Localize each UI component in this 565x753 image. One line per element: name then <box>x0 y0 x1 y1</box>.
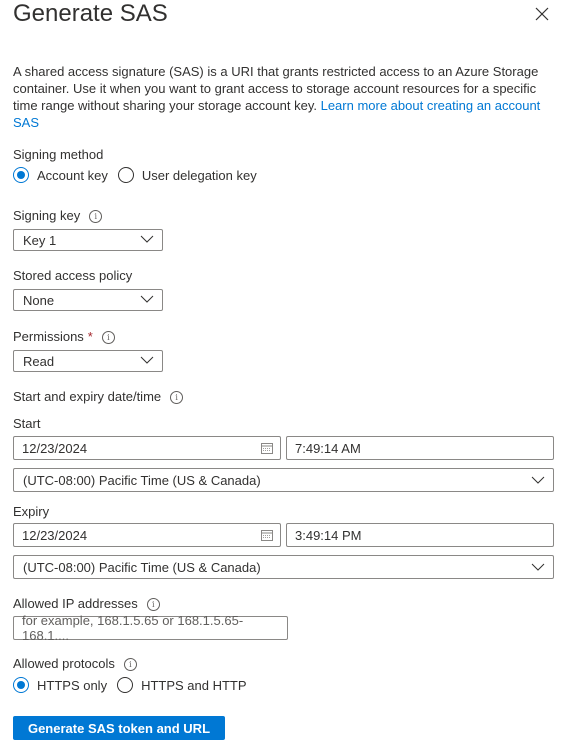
start-label: Start <box>13 416 40 432</box>
chevron-down-icon <box>140 356 154 364</box>
start-date-input[interactable]: 12/23/2024 <box>13 436 281 460</box>
allowed-ip-input[interactable]: for example, 168.1.5.65 or 168.1.5.65-16… <box>13 613 288 643</box>
allowed-ip-label: Allowed IP addresses i <box>13 596 160 612</box>
chevron-down-icon <box>140 295 154 303</box>
radio-user-delegation-key[interactable] <box>117 167 134 183</box>
date-range-label-text: Start and expiry date/time <box>13 389 162 404</box>
chevron-down-icon <box>140 235 154 243</box>
start-timezone-dropdown[interactable]: (UTC-08:00) Pacific Time (US & Canada) <box>13 468 554 492</box>
info-icon[interactable]: i <box>170 390 184 404</box>
info-icon[interactable]: i <box>123 657 137 671</box>
generate-sas-button[interactable]: Generate SAS token and URL <box>13 716 225 740</box>
radio-https-and-http[interactable] <box>117 677 134 693</box>
expiry-timezone-dropdown[interactable]: (UTC-08:00) Pacific Time (US & Canada) <box>13 555 554 579</box>
info-icon[interactable]: i <box>101 330 115 344</box>
expiry-timezone-value: (UTC-08:00) Pacific Time (US & Canada) <box>23 559 261 575</box>
stored-access-policy-value: None <box>23 292 55 308</box>
signing-key-label: Signing key i <box>13 208 103 224</box>
permissions-label-text: Permissions <box>13 329 84 344</box>
expiry-label: Expiry <box>13 504 49 520</box>
allowed-protocols-label-text: Allowed protocols <box>13 656 115 671</box>
calendar-icon[interactable] <box>261 442 273 454</box>
stored-access-policy-label: Stored access policy <box>13 268 132 284</box>
stored-access-policy-label-text: Stored access policy <box>13 268 133 283</box>
start-date-value: 12/23/2024 <box>22 440 88 456</box>
permissions-dropdown[interactable]: Read <box>13 350 163 372</box>
expiry-date-value: 12/23/2024 <box>22 527 88 543</box>
signing-method-radio-group: Account key User delegation key <box>13 167 267 183</box>
radio-https-only[interactable] <box>13 677 29 693</box>
signing-key-dropdown[interactable]: Key 1 <box>13 229 163 251</box>
start-label-text: Start <box>13 416 41 431</box>
date-range-label: Start and expiry date/time i <box>13 389 184 405</box>
permissions-label: Permissions * i <box>13 329 115 345</box>
required-marker: * <box>87 329 93 344</box>
page-title: Generate SAS <box>13 0 168 27</box>
allowed-ip-label-text: Allowed IP addresses <box>13 596 138 611</box>
stored-access-policy-dropdown[interactable]: None <box>13 289 163 311</box>
radio-user-delegation-key-label[interactable]: User delegation key <box>142 168 257 183</box>
chevron-down-icon <box>531 563 545 571</box>
info-icon[interactable]: i <box>89 209 103 223</box>
radio-account-key-label[interactable]: Account key <box>37 168 108 183</box>
start-time-input[interactable]: 7:49:14 AM <box>286 436 554 460</box>
expiry-time-input[interactable]: 3:49:14 PM <box>286 523 554 547</box>
signing-method-label-text: Signing method <box>13 147 104 162</box>
description: A shared access signature (SAS) is a URI… <box>13 63 553 131</box>
signing-method-label: Signing method <box>13 147 103 163</box>
permissions-value: Read <box>23 353 55 369</box>
close-icon[interactable] <box>533 5 551 23</box>
start-timezone-value: (UTC-08:00) Pacific Time (US & Canada) <box>23 472 261 488</box>
expiry-label-text: Expiry <box>13 504 50 519</box>
expiry-time-value: 3:49:14 PM <box>295 527 362 543</box>
radio-https-only-label[interactable]: HTTPS only <box>37 678 107 693</box>
allowed-ip-placeholder: for example, 168.1.5.65 or 168.1.5.65-16… <box>22 613 244 643</box>
signing-key-label-text: Signing key <box>13 208 81 223</box>
start-time-value: 7:49:14 AM <box>295 440 361 456</box>
signing-key-value: Key 1 <box>23 232 57 248</box>
allowed-protocols-radio-group: HTTPS only HTTPS and HTTP <box>13 677 257 693</box>
radio-https-and-http-label[interactable]: HTTPS and HTTP <box>141 678 246 693</box>
radio-account-key[interactable] <box>13 167 29 183</box>
chevron-down-icon <box>531 476 545 484</box>
expiry-date-input[interactable]: 12/23/2024 <box>13 523 281 547</box>
calendar-icon[interactable] <box>261 529 273 541</box>
allowed-protocols-label: Allowed protocols i <box>13 656 137 672</box>
info-icon[interactable]: i <box>146 597 160 611</box>
